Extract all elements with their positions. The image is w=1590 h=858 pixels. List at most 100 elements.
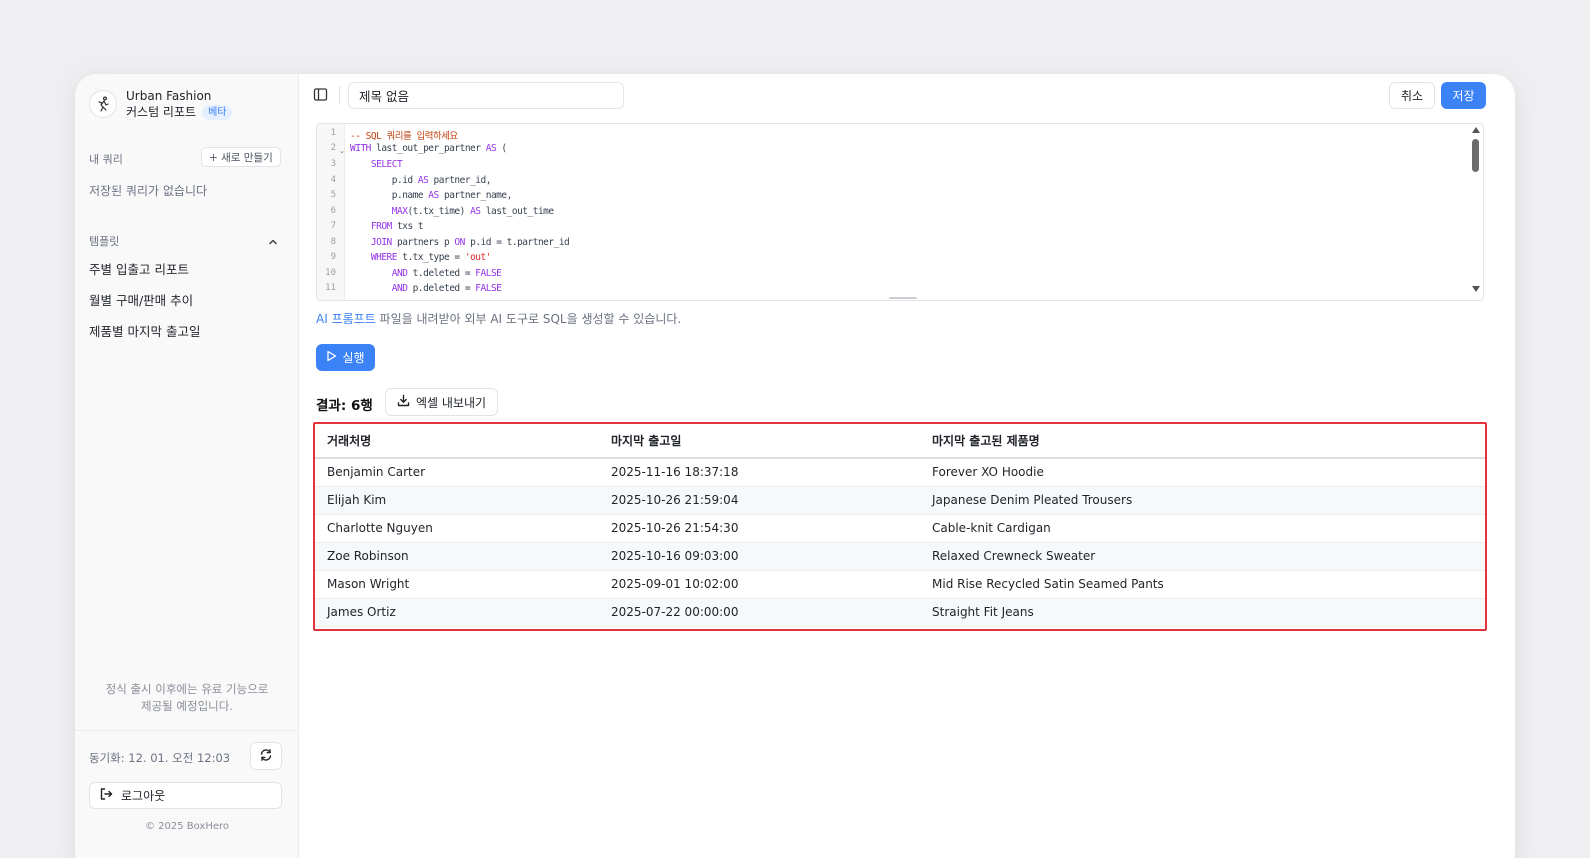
sidebar-toggle-icon[interactable] <box>313 87 328 106</box>
table-cell: 2025-10-16 09:03:00 <box>599 542 920 571</box>
ai-prompt-link[interactable]: AI 프롬프트 <box>316 312 376 326</box>
code-line: FROM txs t <box>370 221 424 232</box>
refresh-icon <box>259 747 273 766</box>
line-number: 4 <box>330 175 336 185</box>
line-number: 10 <box>325 268 336 278</box>
code-line: MAX(t.tx_time) AS last_out_time <box>391 206 554 217</box>
table-cell: Relaxed Crewneck Sweater <box>920 542 1485 571</box>
fold-chevron-icon[interactable]: ⌄ <box>339 147 345 155</box>
line-number: 9 <box>330 252 336 262</box>
code-line: p.name AS partner_name, <box>350 190 513 201</box>
code-line: JOIN partners p ON p.id = t.partner_id <box>370 237 570 248</box>
empty-queries-text: 저장된 쿼리가 없습니다 <box>89 184 208 198</box>
main-panel: 취소 저장 1 2 ⌄ 3 4 5 6 7 8 9 10 11 -- SQL 쿼… <box>299 74 1515 858</box>
table-cell: Zoe Robinson <box>315 542 599 571</box>
run-button[interactable]: 실행 <box>316 344 375 371</box>
code-line: WITH last_out_per_partner AS ( <box>350 143 507 154</box>
line-number-gutter: 1 2 ⌄ 3 4 5 6 7 8 9 10 11 <box>317 124 345 300</box>
code-line: AND t.deleted = FALSE <box>391 268 502 279</box>
line-number: 3 <box>330 159 336 169</box>
table-cell: 2025-07-22 00:00:00 <box>599 598 920 627</box>
line-number: 5 <box>330 190 336 200</box>
template-item-weekly-inout[interactable]: 주별 입출고 리포트 <box>89 259 189 278</box>
save-button[interactable]: 저장 <box>1441 82 1486 109</box>
download-icon <box>397 394 410 410</box>
notice-line: 제공될 예정입니다. <box>141 699 233 713</box>
table-cell: 2025-10-26 21:59:04 <box>599 486 920 515</box>
table-row: Benjamin Carter 2025-11-16 18:37:18 Fore… <box>315 458 1485 487</box>
sync-status-text: 동기화: 12. 01. 오전 12:03 <box>89 751 231 765</box>
table-row: Charlotte Nguyen 2025-10-26 21:54:30 Cab… <box>315 514 1485 543</box>
play-icon <box>326 350 337 365</box>
code-line: -- SQL 쿼리를 입력하세요 <box>350 131 458 142</box>
new-query-button[interactable]: + 새로 만들기 <box>201 147 281 167</box>
line-number: 6 <box>330 206 336 216</box>
results-table: 거래처명 마지막 출고일 마지막 출고된 제품명 Benjamin Carter… <box>315 424 1485 627</box>
template-item-monthly-trend[interactable]: 월별 구매/판매 추이 <box>89 290 193 309</box>
line-number: 11 <box>325 283 336 293</box>
run-label: 실행 <box>342 351 365 365</box>
table-row: Mason Wright 2025-09-01 10:02:00 Mid Ris… <box>315 570 1485 599</box>
table-header-row: 거래처명 마지막 출고일 마지막 출고된 제품명 <box>315 424 1485 459</box>
column-header[interactable]: 거래처명 <box>315 424 599 459</box>
cancel-button[interactable]: 취소 <box>1389 82 1435 109</box>
logout-label: 로그아웃 <box>121 789 166 803</box>
scroll-up-icon[interactable] <box>1472 127 1480 133</box>
export-label: 엑셀 내보내기 <box>415 395 487 410</box>
table-cell: Elijah Kim <box>315 486 599 515</box>
line-number: 7 <box>330 221 336 231</box>
line-number: 8 <box>330 237 336 247</box>
scroll-down-icon[interactable] <box>1472 286 1480 292</box>
paid-feature-notice: 정식 출시 이후에는 유료 기능으로 제공될 예정입니다. <box>85 681 289 715</box>
ai-prompt-text: 파일을 내려받아 외부 AI 도구로 SQL을 생성할 수 있습니다. <box>375 312 682 326</box>
code-line: p.id AS partner_id, <box>350 175 492 186</box>
results-table-container: 거래처명 마지막 출고일 마지막 출고된 제품명 Benjamin Carter… <box>313 422 1487 631</box>
sql-editor[interactable]: 1 2 ⌄ 3 4 5 6 7 8 9 10 11 -- SQL 쿼리를 입력하… <box>316 123 1484 301</box>
scroll-thumb[interactable] <box>1472 139 1479 172</box>
export-excel-button[interactable]: 엑셀 내보내기 <box>385 388 498 416</box>
brand-logo-icon <box>89 90 117 118</box>
column-header[interactable]: 마지막 출고일 <box>599 424 920 459</box>
copyright: © 2025 BoxHero <box>144 821 230 832</box>
table-cell: 2025-11-16 18:37:18 <box>599 458 920 487</box>
table-cell: Forever XO Hoodie <box>920 458 1485 487</box>
column-header[interactable]: 마지막 출고된 제품명 <box>920 424 1485 459</box>
my-queries-label: 내 쿼리 <box>89 153 123 166</box>
brand-name: Urban Fashion <box>126 89 212 103</box>
code-line: WHERE t.tx_type = 'out' <box>370 252 492 263</box>
result-count: 결과: 6행 <box>316 398 373 414</box>
logout-button[interactable]: 로그아웃 <box>89 782 282 809</box>
code-line: AND p.deleted = FALSE <box>391 283 502 294</box>
chevron-up-icon[interactable] <box>267 233 279 252</box>
logout-icon <box>99 787 113 804</box>
editor-scrollbar[interactable] <box>1469 124 1483 300</box>
table-cell: 2025-10-26 21:54:30 <box>599 514 920 543</box>
app-window: Urban Fashion 커스텀 리포트 베타 내 쿼리 + 새로 만들기 저… <box>75 74 1515 858</box>
notice-line: 정식 출시 이후에는 유료 기능으로 <box>105 682 269 696</box>
editor-resize-handle[interactable] <box>889 297 917 299</box>
divider <box>339 86 340 104</box>
table-cell: Cable-knit Cardigan <box>920 514 1485 543</box>
line-number: 2 <box>330 143 336 153</box>
beta-badge: 베타 <box>202 104 233 120</box>
table-cell: Benjamin Carter <box>315 458 599 487</box>
table-row: Elijah Kim 2025-10-26 21:59:04 Japanese … <box>315 486 1485 515</box>
code-line: SELECT <box>370 159 403 170</box>
refresh-button[interactable] <box>250 742 282 770</box>
table-cell: Straight Fit Jeans <box>920 598 1485 627</box>
ai-prompt-hint: AI 프롬프트 파일을 내려받아 외부 AI 도구로 SQL을 생성할 수 있습… <box>316 310 681 327</box>
template-item-last-outbound[interactable]: 제품별 마지막 출고일 <box>89 321 200 340</box>
line-number: 1 <box>330 128 336 138</box>
report-title-input[interactable] <box>348 82 624 109</box>
table-cell: James Ortiz <box>315 598 599 627</box>
divider <box>75 730 299 731</box>
table-cell: Mason Wright <box>315 570 599 599</box>
sidebar: Urban Fashion 커스텀 리포트 베타 내 쿼리 + 새로 만들기 저… <box>75 74 299 858</box>
brand: Urban Fashion 커스텀 리포트 베타 <box>89 88 233 120</box>
table-cell: 2025-09-01 10:02:00 <box>599 570 920 599</box>
templates-label: 템플릿 <box>89 235 120 248</box>
table-row: Zoe Robinson 2025-10-16 09:03:00 Relaxed… <box>315 542 1485 571</box>
table-cell: Charlotte Nguyen <box>315 514 599 543</box>
brand-subtitle: 커스텀 리포트 <box>126 105 197 119</box>
table-cell: Mid Rise Recycled Satin Seamed Pants <box>920 570 1485 599</box>
